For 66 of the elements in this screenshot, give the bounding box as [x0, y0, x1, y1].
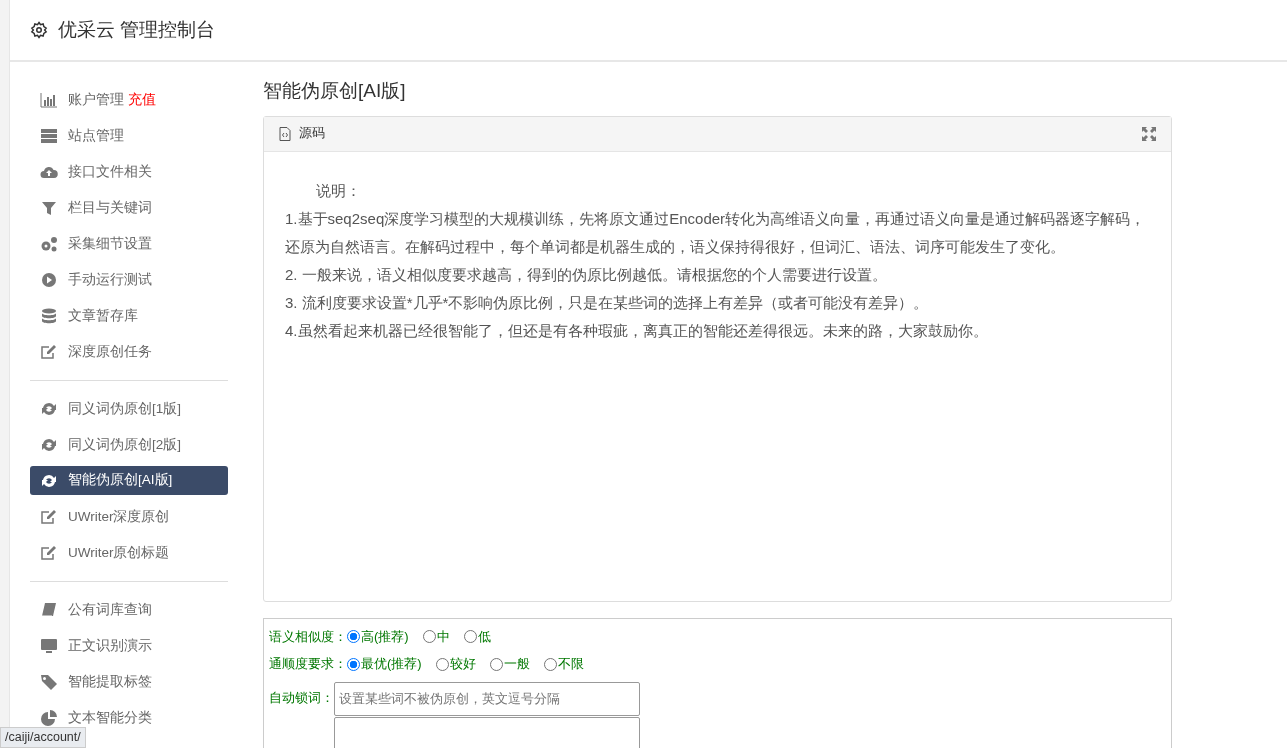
sidebar-item[interactable]: 同义词伪原创[2版] — [30, 427, 228, 463]
radio-button[interactable] — [347, 630, 360, 644]
sidebar-item[interactable]: 深度原创任务 — [30, 334, 228, 370]
option-label: 通顺度要求： — [269, 655, 347, 674]
sidebar-item[interactable]: 同义词伪原创[1版] — [30, 391, 228, 427]
sidebar-item[interactable]: 智能伪原创[AI版] — [30, 466, 228, 495]
description-text: 1.基于seq2seq深度学习模型的大规模训练，先将原文通过Encoder转化为高维语义向量，再通过语义向量是通过解码器逐字解码，还原为自然语言。在解码过程中，每个单词都是机器生成的，语义保持得很好，但词汇、语法、词序可能发生了变化。 — [285, 208, 1147, 257]
input-field[interactable] — [334, 716, 640, 748]
sidebar-label: 账户管理 — [68, 90, 124, 109]
radio-button[interactable] — [463, 630, 477, 644]
refresh-icon — [40, 472, 58, 489]
server-icon — [40, 128, 58, 144]
description-text: 说明： — [315, 180, 362, 201]
radio-button[interactable] — [543, 657, 557, 671]
console-title: 优采云 管理控制台 — [58, 17, 216, 42]
radio-label[interactable]: 一般 — [503, 654, 530, 674]
play-icon — [40, 272, 58, 288]
description-text: 3. 流利度要求设置*几乎*不影响伪原比例，只是在某些词的选择上有差异（或者可能没有差异）。 — [285, 292, 930, 313]
document-icon — [279, 126, 291, 141]
radio-label[interactable]: 中 — [436, 626, 450, 647]
chart-icon — [40, 92, 58, 108]
edit-icon — [40, 545, 58, 561]
monitor-icon — [40, 638, 58, 654]
edit-icon — [40, 344, 58, 360]
sidebar-item[interactable]: 文章暂存库 — [30, 298, 228, 334]
radio-button[interactable] — [422, 630, 436, 644]
database-icon — [40, 308, 58, 324]
sidebar-item[interactable]: 正文识别演示 — [30, 628, 228, 664]
radio-label[interactable]: 较好 — [449, 654, 476, 674]
recharge-link[interactable]: 充值 — [128, 89, 156, 111]
sidebar-item[interactable]: UWriter深度原创 — [30, 499, 228, 535]
radio-button[interactable] — [347, 657, 360, 671]
fullscreen-icon[interactable] — [1142, 126, 1156, 141]
option-label: 自动锁词： — [269, 688, 334, 707]
status-url: /caiji/account/ — [0, 727, 86, 748]
tag-icon — [40, 674, 58, 690]
source-tab[interactable]: 源码 — [299, 124, 325, 144]
sidebar-item[interactable]: 栏目与关键词 — [30, 190, 228, 226]
gears-icon — [40, 236, 58, 252]
lock-words-field[interactable]: 设置某些词不被伪原创，英文逗号分隔 — [334, 681, 640, 716]
refresh-icon — [40, 437, 58, 453]
sidebar-item[interactable]: 账户管理 充值 — [30, 82, 228, 118]
page-title: 智能伪原创[AI版] — [263, 80, 407, 103]
radio-label[interactable]: 高(推荐) — [361, 626, 409, 647]
sidebar-item[interactable]: 智能提取标签 — [30, 664, 228, 700]
option-label: 语义相似度： — [269, 627, 347, 646]
filter-icon — [40, 200, 58, 216]
sidebar-item[interactable]: UWriter原创标题 — [30, 535, 228, 571]
sidebar-item[interactable]: 手动运行测试 — [30, 262, 228, 298]
cloud-upload-icon — [40, 164, 58, 180]
gear-icon — [30, 21, 48, 39]
sidebar-item[interactable]: 采集细节设置 — [30, 226, 228, 262]
radio-label[interactable]: 低 — [477, 626, 491, 647]
refresh-icon — [40, 401, 58, 417]
book-icon — [40, 602, 58, 618]
radio-label[interactable]: 不限 — [557, 654, 584, 674]
radio-label[interactable]: 最优(推荐) — [361, 654, 422, 674]
description-text: 2. 一般来说，语义相似度要求越高，得到的伪原比例越低。请根据您的个人需要进行设置。 — [285, 264, 888, 285]
radio-button[interactable] — [489, 657, 503, 671]
sidebar-item[interactable]: 公有词库查询 — [30, 592, 228, 628]
sidebar-item[interactable]: 接口文件相关 — [30, 154, 228, 190]
pie-chart-icon — [40, 710, 58, 726]
description-text: 4.虽然看起来机器已经很智能了，但还是有各种瑕疵，离真正的智能还差得很远。未来的路，大家鼓励你。 — [285, 320, 989, 341]
edit-icon — [40, 509, 58, 525]
radio-button[interactable] — [435, 657, 449, 671]
sidebar-item[interactable]: 站点管理 — [30, 118, 228, 154]
